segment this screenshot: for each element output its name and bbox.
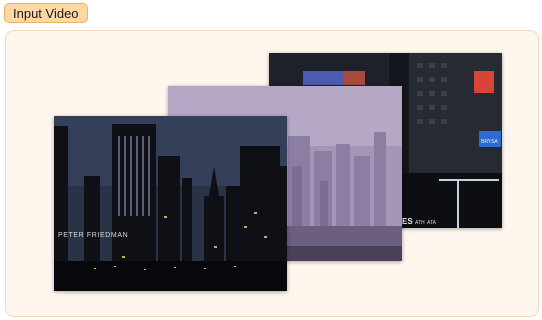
sign-text-ata: ATA (427, 220, 437, 226)
sign-text-brysa: BRYSA (481, 139, 499, 145)
input-video-label: Input Video (4, 3, 88, 23)
video-frame-skyline-dusk: PETER FRIEDMAN (54, 116, 287, 291)
sign-text-ath: ATH (415, 220, 425, 226)
video-caption-text: PETER FRIEDMAN (58, 232, 129, 239)
dusk-skyline-image (54, 116, 287, 291)
sign-text-es: ES (402, 217, 413, 226)
